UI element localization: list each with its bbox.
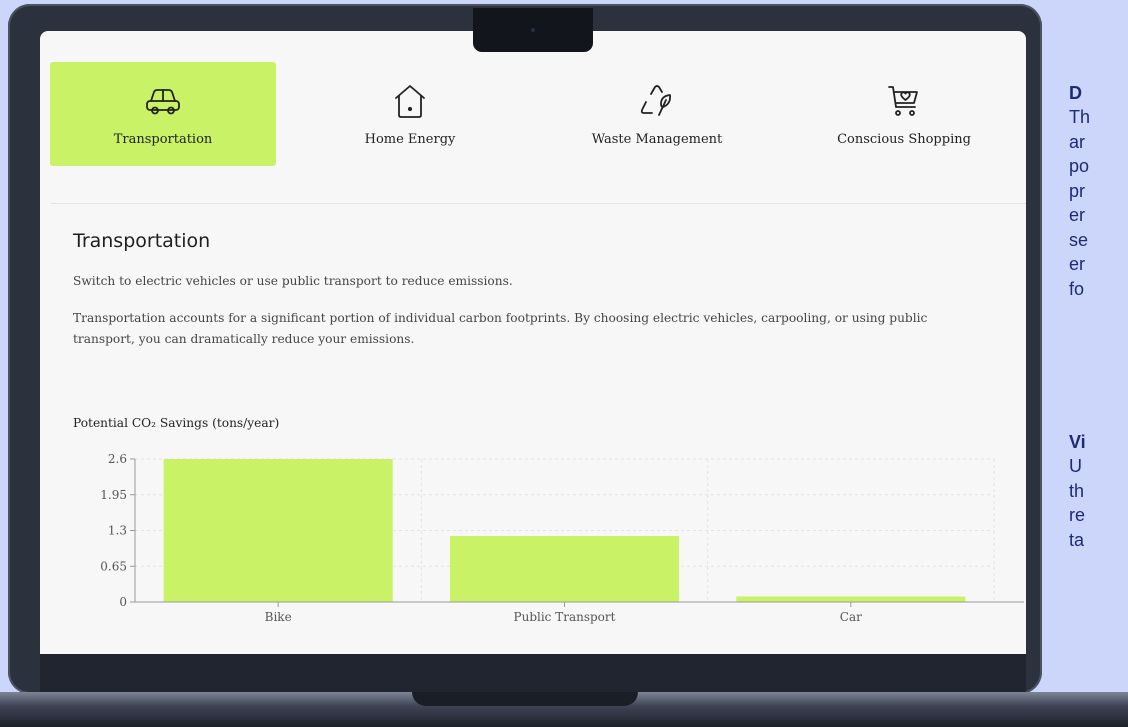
camera-notch <box>473 8 593 52</box>
y-tick-label: 1.95 <box>100 488 127 502</box>
category-tabs: Transportation Home Energy Waste Managem… <box>50 62 1016 166</box>
laptop-hinge <box>412 692 638 706</box>
side-text-line: ar <box>1069 131 1086 152</box>
bar-public-transport <box>449 536 680 602</box>
side-text-line: pr <box>1069 180 1086 201</box>
section-title: Transportation <box>73 230 211 252</box>
side-text-line: er <box>1069 205 1086 225</box>
side-text-line: Th <box>1069 107 1091 127</box>
app-screen: Transportation Home Energy Waste Managem… <box>40 31 1026 654</box>
side-text-line: U <box>1069 456 1082 476</box>
side-text-line: se <box>1069 229 1089 250</box>
bar-car <box>736 596 966 602</box>
tab-home-energy[interactable]: Home Energy <box>297 62 523 166</box>
section-description: Transportation accounts for a significan… <box>73 311 928 346</box>
x-tick-label: Bike <box>265 610 292 624</box>
cart-heart-icon <box>884 82 924 120</box>
co2-savings-chart: 0 0.65 1.3 1.95 2.6 Bike Public Transport Car <box>100 452 1024 624</box>
tab-label: Transportation <box>113 132 213 147</box>
x-tick-label: Public Transport <box>514 610 616 624</box>
house-icon <box>390 82 430 120</box>
x-tick-label: Car <box>840 610 862 624</box>
screen-bezel <box>40 654 1026 692</box>
side-heading-2: Vi <box>1069 432 1086 452</box>
section-subtitle: Switch to electric vehicles or use publi… <box>73 274 513 288</box>
tab-waste-management[interactable]: Waste Management <box>544 62 770 166</box>
tab-label: Home Energy <box>364 132 456 147</box>
tab-label: Conscious Shopping <box>837 132 971 147</box>
bar-bike <box>163 459 393 602</box>
tab-label: Waste Management <box>591 132 723 147</box>
y-tick-label: 0.65 <box>100 559 127 573</box>
tab-conscious-shopping[interactable]: Conscious Shopping <box>791 62 1017 166</box>
car-icon <box>143 82 183 120</box>
side-text-line: er <box>1069 254 1086 274</box>
camera-icon <box>531 28 535 32</box>
y-tick-label: 2.6 <box>108 452 127 466</box>
side-heading-1: D <box>1069 83 1082 103</box>
tab-transportation[interactable]: Transportation <box>50 62 276 166</box>
y-tick-label: 1.3 <box>108 524 127 538</box>
y-tick-label: 0 <box>119 595 127 609</box>
side-text-line: ta <box>1069 529 1085 550</box>
laptop-frame: Transportation Home Energy Waste Managem… <box>8 4 1042 694</box>
side-text-line: re <box>1069 505 1086 525</box>
side-text-line: th <box>1069 480 1085 501</box>
recycle-leaf-icon <box>637 82 677 120</box>
side-text-line: fo <box>1069 278 1085 299</box>
chart-title: Potential CO₂ Savings (tons/year) <box>73 416 280 430</box>
divider <box>50 203 1026 204</box>
side-text-line: po <box>1069 156 1090 176</box>
